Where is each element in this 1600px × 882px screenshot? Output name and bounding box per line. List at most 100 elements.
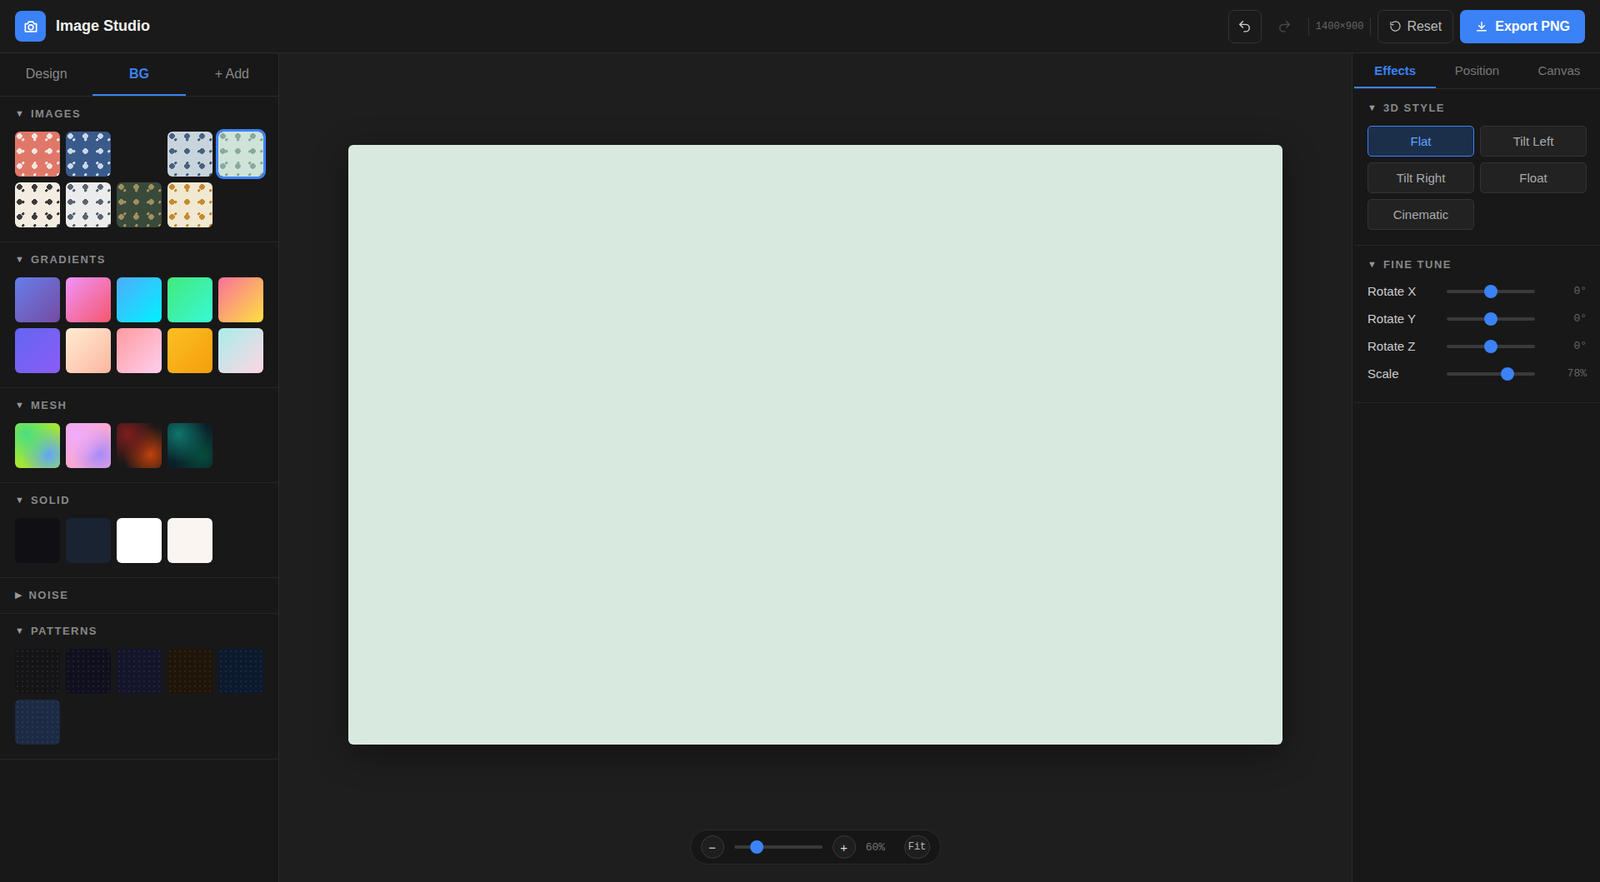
sidebar-tab[interactable]: Design — [0, 53, 93, 96]
slider[interactable] — [1446, 284, 1535, 300]
slider-thumb[interactable] — [1500, 367, 1515, 381]
zoom-slider[interactable] — [734, 840, 823, 855]
export-button[interactable]: Export PNG — [1460, 10, 1585, 44]
solid-swatch[interactable] — [65, 518, 111, 564]
background-section: ▶NOISE — [0, 578, 279, 615]
gradient-swatch[interactable] — [15, 277, 60, 323]
gradient-swatch[interactable] — [116, 328, 162, 374]
app-title: Image Studio — [55, 17, 150, 35]
style-preset[interactable]: Cinematic — [1367, 199, 1475, 230]
slider-reading: 0° — [1535, 340, 1587, 353]
image-swatch[interactable] — [218, 131, 264, 177]
image-swatch[interactable] — [65, 182, 111, 228]
reset-icon — [1389, 20, 1402, 33]
pattern-swatch[interactable] — [15, 700, 60, 745]
gradient-swatch[interactable] — [167, 277, 213, 323]
pattern-swatch[interactable] — [167, 649, 213, 695]
undo-button[interactable] — [1228, 10, 1262, 44]
gradient-swatch[interactable] — [167, 328, 213, 374]
slider-label: Rotate Z — [1367, 339, 1447, 354]
canvas-preview — [348, 145, 1283, 745]
redo-button[interactable] — [1268, 10, 1302, 44]
style-preset[interactable]: Tilt Right — [1367, 162, 1475, 194]
separator — [1370, 17, 1371, 36]
slider-thumb[interactable] — [1484, 312, 1498, 326]
left-sidebar: DesignBG+ Add ▼IMAGES ▼GRADIENTS ▼MESH ▼SOLI… — [0, 53, 280, 882]
gradient-swatch[interactable] — [65, 328, 111, 374]
gradient-swatch[interactable] — [116, 277, 162, 323]
download-icon — [1475, 20, 1489, 34]
mesh-swatch[interactable] — [65, 423, 111, 469]
panel-tab[interactable]: Position — [1435, 53, 1518, 89]
swatch-grid — [15, 649, 264, 745]
slider-label: Scale — [1367, 366, 1447, 381]
zoom-out-button[interactable]: − — [700, 835, 725, 860]
slider-row: Rotate Y0° — [1367, 305, 1587, 333]
toolbar: 1400×900 ResetExport PNG — [1228, 10, 1585, 44]
image-studio: Image Studio 1400×900 ResetExport PNG Desig… — [0, 0, 1600, 882]
zoom-in-button[interactable]: + — [832, 835, 856, 860]
reset-button[interactable]: Reset — [1377, 10, 1454, 44]
background-section: ▼SOLID — [0, 483, 279, 579]
canvas-area: − +60% Fit — [279, 53, 1352, 882]
section-header[interactable]: ▼PATTERNS — [15, 624, 264, 638]
section-arrow: ▼ — [15, 254, 25, 265]
mesh-swatch[interactable] — [15, 423, 60, 469]
separator — [1308, 17, 1310, 36]
panel-tab[interactable]: Canvas — [1518, 53, 1600, 89]
sidebar-tabs: DesignBG+ Add — [0, 53, 279, 97]
image-swatch[interactable] — [65, 131, 111, 177]
slider[interactable] — [1446, 311, 1535, 327]
background-section: ▼GRADIENTS — [0, 242, 279, 389]
style-section: ▼3D STYLE FlatTilt LeftTilt RightFloatCin… — [1354, 89, 1600, 246]
swatch-grid — [15, 277, 264, 374]
image-swatch[interactable] — [15, 131, 60, 177]
pattern-swatch[interactable] — [65, 649, 111, 695]
panel-tabs: EffectsPositionCanvas — [1354, 53, 1600, 90]
slider-reading: 0° — [1535, 312, 1587, 325]
slider[interactable] — [1446, 366, 1535, 382]
slider-thumb[interactable] — [1484, 340, 1498, 354]
section-header[interactable]: ▼IMAGES — [15, 106, 264, 120]
panel-tab[interactable]: Effects — [1354, 53, 1436, 89]
mesh-swatch[interactable] — [116, 423, 162, 469]
image-swatch[interactable] — [167, 131, 213, 177]
section-header[interactable]: ▶NOISE — [15, 588, 264, 602]
style-preset[interactable]: Tilt Left — [1480, 125, 1587, 157]
image-swatch[interactable] — [167, 182, 213, 228]
canvas-size: 1400×900 — [1315, 20, 1365, 33]
pattern-swatch[interactable] — [218, 649, 264, 695]
slider-thumb[interactable] — [750, 840, 764, 855]
gradient-swatch[interactable] — [65, 277, 111, 323]
swatch-grid — [15, 423, 264, 469]
section-header[interactable]: ▼MESH — [15, 398, 264, 412]
image-swatch[interactable] — [116, 182, 162, 228]
section-header[interactable]: ▼3D STYLE — [1367, 100, 1587, 115]
solid-swatch[interactable] — [167, 518, 213, 564]
gradient-swatch[interactable] — [218, 328, 264, 374]
right-panel: EffectsPositionCanvas ▼3D STYLE FlatTilt L… — [1351, 53, 1600, 882]
slider[interactable] — [1446, 339, 1535, 355]
mesh-swatch[interactable] — [167, 423, 213, 469]
style-preset[interactable]: Float — [1480, 162, 1587, 194]
section-header[interactable]: ▼FINE TUNE — [1367, 257, 1587, 271]
stage — [279, 53, 1352, 882]
solid-swatch[interactable] — [116, 518, 162, 564]
solid-swatch[interactable] — [15, 518, 60, 564]
gradient-swatch[interactable] — [15, 328, 60, 374]
section-header[interactable]: ▼GRADIENTS — [15, 252, 264, 266]
redo-icon — [1277, 19, 1292, 34]
image-swatch[interactable] — [15, 182, 60, 228]
gradient-swatch[interactable] — [218, 277, 264, 323]
slider-thumb[interactable] — [1484, 285, 1498, 299]
zoom-reading: 60% — [865, 841, 895, 855]
fit-button[interactable]: Fit — [904, 835, 931, 860]
image-swatch[interactable] — [116, 131, 162, 177]
sidebar-tab[interactable]: BG — [92, 53, 185, 96]
sidebar-tab[interactable]: + Add — [185, 53, 279, 96]
pattern-swatch[interactable] — [116, 649, 162, 695]
pattern-swatch[interactable] — [15, 649, 60, 695]
style-preset[interactable]: Flat — [1367, 125, 1475, 157]
zoom-control: − +60% Fit — [690, 830, 942, 865]
section-header[interactable]: ▼SOLID — [15, 493, 264, 507]
